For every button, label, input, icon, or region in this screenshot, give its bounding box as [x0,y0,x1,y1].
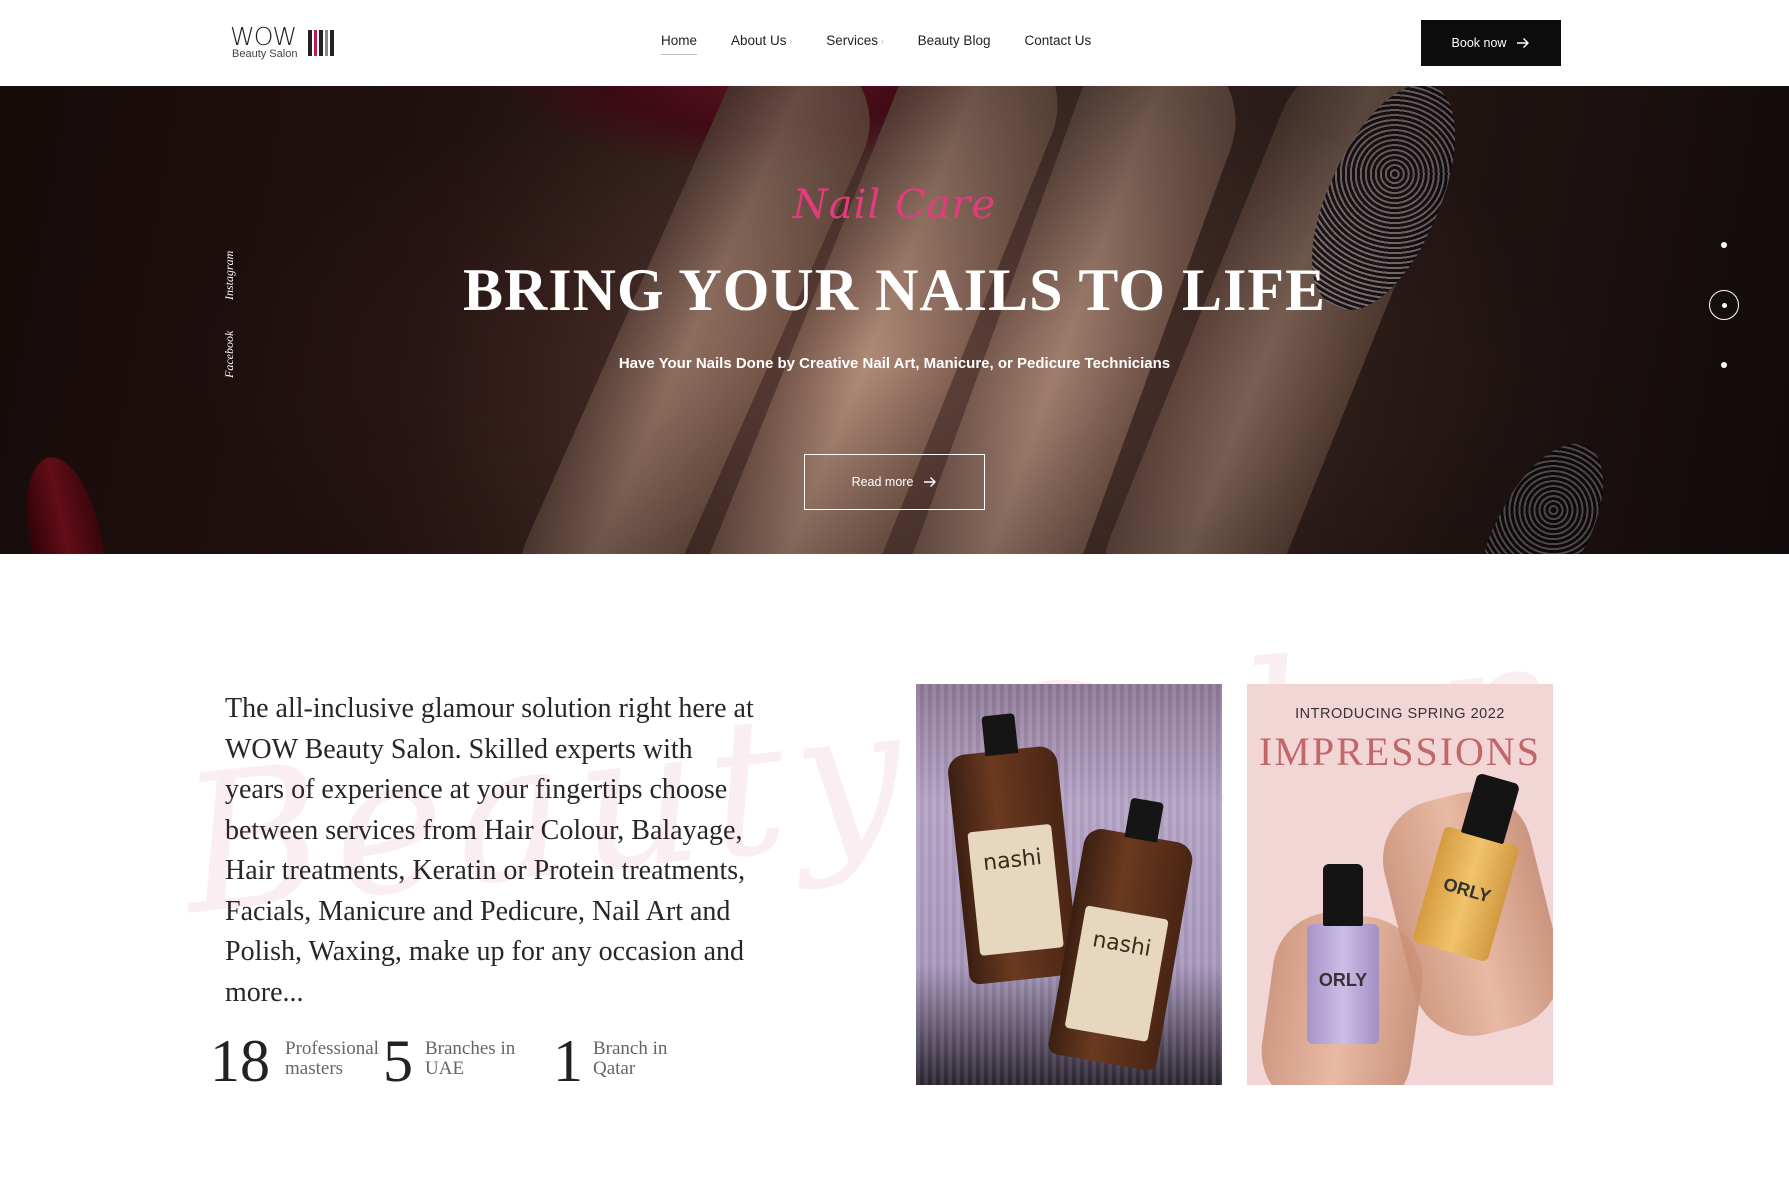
hero-subtitle: Have Your Nails Done by Creative Nail Ar… [618,355,1171,372]
stat-label: Branches in UAE [425,1038,516,1079]
site-header: WOW Beauty Salon Home About Us › Services… [0,0,1789,86]
read-more-button[interactable]: Read more [804,454,985,510]
chevron-right-icon: › [789,37,793,46]
nav-services-label: Services [826,33,878,48]
arrow-right-icon [1517,38,1530,48]
logo[interactable]: WOW Beauty Salon [230,22,336,62]
hero-title: BRING YOUR NAILS TO LIFE [462,257,1327,323]
read-more-label: Read more [851,475,914,489]
arrow-right-icon [924,477,937,487]
logo-wordmark: WOW [230,22,297,51]
facebook-link[interactable]: Facebook [222,331,237,378]
hero-slider: Nail Care BRING YOUR NAILS TO LIFE Have … [0,86,1789,554]
intro-section: Beauty Salon The all-inclusive glamour s… [0,554,1789,1183]
stat-label: Branch in Qatar [593,1038,668,1079]
logo-mark-icon [308,30,334,56]
nav-services[interactable]: Services › [826,33,883,48]
nav-about-us-label: About Us [731,33,787,48]
stat-label: Professional masters [285,1038,379,1079]
nav-contact-us-label: Contact Us [1024,33,1092,48]
slider-dot-2-active[interactable] [1709,290,1739,320]
main-nav: Home About Us › Services › Beauty Blog Con… [661,33,1125,55]
nail-polish-bottle: ORLY [1307,864,1379,1044]
slider-dot-1[interactable] [1721,242,1727,248]
hero-script-title: Nail Care [792,182,997,228]
chevron-right-icon: › [880,37,884,46]
book-now-button[interactable]: Book now [1421,20,1561,66]
promo-kicker: INTRODUCING SPRING 2022 [1295,706,1505,722]
promo-title: IMPRESSIONS [1258,729,1542,774]
slider-dot-3[interactable] [1721,362,1727,368]
stat-number: 5 [383,1028,413,1094]
hair-products-photo: nashi nashi [916,684,1222,1085]
nav-about-us[interactable]: About Us › [731,33,792,48]
nav-home-label: Home [661,33,698,48]
logo-tagline: Beauty Salon [232,48,298,60]
book-now-label: Book now [1451,36,1507,50]
stat-number: 18 [210,1028,270,1094]
nav-home[interactable]: Home [661,33,698,55]
nav-contact-us[interactable]: Contact Us [1024,33,1091,48]
stat-number: 1 [553,1028,583,1094]
instagram-link[interactable]: Instagram [222,251,237,300]
intro-paragraph: The all-inclusive glamour solution right… [225,693,754,1008]
nav-beauty-blog[interactable]: Beauty Blog [918,33,991,48]
nail-polish-promo-image: INTRODUCING SPRING 2022 IMPRESSIONS ORLY… [1247,684,1553,1085]
nav-beauty-blog-label: Beauty Blog [917,33,991,48]
